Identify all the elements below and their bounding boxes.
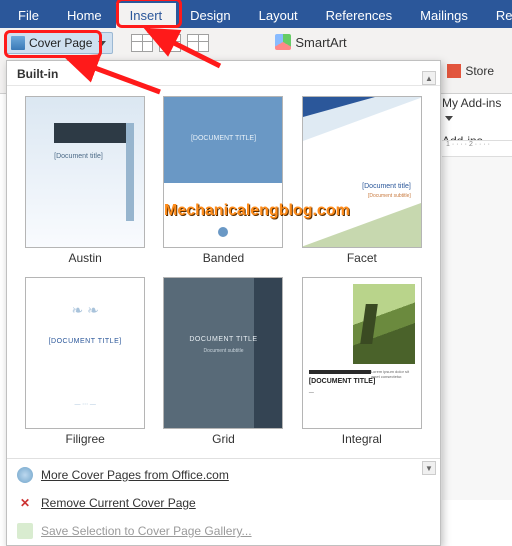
thumb-filigree: ❧ ❧ [DOCUMENT TITLE] — ⋯ — [25, 277, 145, 429]
thumb-subtext: Document subtitle [164, 348, 282, 354]
more-cover-pages-item[interactable]: More Cover Pages from Office.com [7, 461, 440, 489]
thumb-text: [Document title] [54, 153, 103, 161]
gallery-item-facet[interactable]: [Document title] [Document subtitle] Fac… [296, 96, 428, 271]
smartart-button[interactable]: SmartArt [275, 34, 346, 50]
chevron-down-icon [445, 116, 453, 121]
gallery-item-banded[interactable]: [DOCUMENT TITLE] Banded [157, 96, 289, 271]
ornament-icon: ❧ ❧ [71, 302, 98, 319]
thumb-facet: [Document title] [Document subtitle] [302, 96, 422, 248]
tab-review[interactable]: Review [482, 3, 512, 28]
scroll-down-icon[interactable]: ▼ [422, 461, 436, 475]
thumb-grid: DOCUMENT TITLE Document subtitle [163, 277, 283, 429]
tab-design[interactable]: Design [176, 3, 244, 28]
thumb-label: Banded [203, 251, 244, 265]
thumb-text: [DOCUMENT TITLE] [26, 338, 144, 345]
close-icon: ✕ [17, 495, 33, 511]
table-icon[interactable] [131, 34, 153, 52]
thumb-subtext: [Document subtitle] [368, 193, 411, 199]
gallery-scrollbar[interactable]: ▲ ▼ [422, 71, 436, 475]
thumb-text: [Document title] [362, 183, 411, 190]
tab-references[interactable]: References [312, 3, 406, 28]
save-selection-label: Save Selection to Cover Page Gallery... [41, 524, 252, 538]
cover-page-gallery: Built-in [Document title] Austin [DOCUME… [6, 60, 441, 546]
chevron-down-icon [98, 41, 106, 46]
gallery-item-filigree[interactable]: ❧ ❧ [DOCUMENT TITLE] — ⋯ — Filigree [19, 277, 151, 452]
thumb-austin: [Document title] [25, 96, 145, 248]
my-addins-button[interactable]: My Add-ins [442, 94, 512, 126]
remove-cover-label: Remove Current Cover Page [41, 496, 196, 510]
thumb-text: [DOCUMENT TITLE] [164, 135, 282, 142]
tab-insert[interactable]: Insert [116, 3, 177, 28]
gallery-grid: [Document title] Austin [DOCUMENT TITLE]… [7, 86, 440, 456]
thumb-label: Grid [212, 432, 235, 446]
store-button[interactable]: Store [447, 64, 494, 78]
gallery-item-grid[interactable]: DOCUMENT TITLE Document subtitle Grid [157, 277, 289, 452]
thumb-banded: [DOCUMENT TITLE] [163, 96, 283, 248]
ribbon-tabs: File Home Insert Design Layout Reference… [0, 0, 512, 28]
document-area: 1 · · · · 2 · · · · [442, 140, 512, 500]
photo-icon [353, 284, 415, 364]
tab-layout[interactable]: Layout [245, 3, 312, 28]
thumb-label: Filigree [65, 432, 104, 446]
gallery-section-label: Built-in [7, 61, 440, 86]
thumb-label: Austin [68, 251, 101, 265]
gallery-item-austin[interactable]: [Document title] Austin [19, 96, 151, 271]
thumb-label: Integral [342, 432, 382, 446]
scroll-up-icon[interactable]: ▲ [422, 71, 436, 85]
gallery-item-integral[interactable]: [DOCUMENT TITLE] — Lorem ipsum dolor sit… [296, 277, 428, 452]
tab-file[interactable]: File [4, 3, 53, 28]
smartart-icon [275, 34, 291, 50]
tab-home[interactable]: Home [53, 3, 116, 28]
cover-page-icon [11, 36, 25, 50]
thumb-text: [DOCUMENT TITLE] [309, 378, 376, 385]
tab-mailings[interactable]: Mailings [406, 3, 482, 28]
save-icon [17, 523, 33, 539]
thumb-smalltext: Lorem ipsum dolor sit amet consectetur. [371, 370, 415, 380]
ruler: 1 · · · · 2 · · · · [442, 141, 512, 157]
my-addins-label: My Add-ins [442, 96, 501, 110]
thumb-subtext: — [309, 390, 314, 396]
store-icon [447, 64, 461, 78]
thumb-label: Facet [347, 251, 377, 265]
thumb-integral: [DOCUMENT TITLE] — Lorem ipsum dolor sit… [302, 277, 422, 429]
thumb-text: DOCUMENT TITLE [164, 336, 282, 343]
globe-icon [17, 467, 33, 483]
store-label: Store [465, 64, 494, 78]
cover-page-button[interactable]: Cover Page [6, 32, 113, 54]
save-selection-item: Save Selection to Cover Page Gallery... [7, 517, 440, 545]
table-icon-2[interactable] [159, 34, 181, 52]
more-cover-label: More Cover Pages from Office.com [41, 468, 229, 482]
table-icons-group [131, 34, 209, 52]
table-icon-3[interactable] [187, 34, 209, 52]
cover-page-label: Cover Page [29, 36, 92, 50]
smartart-label: SmartArt [295, 35, 346, 50]
